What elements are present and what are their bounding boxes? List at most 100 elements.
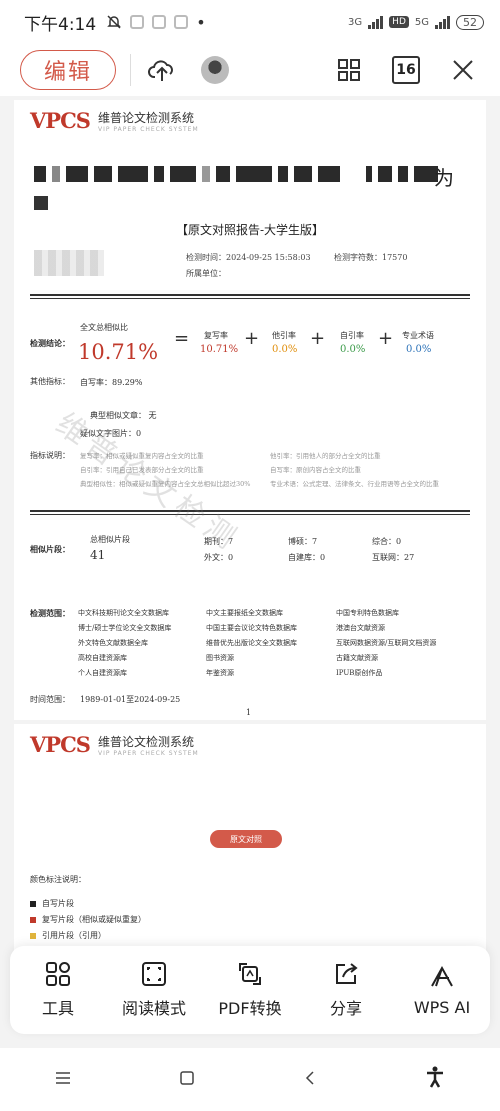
accessibility-icon[interactable]: [425, 1066, 445, 1093]
seg-item: 综合：0: [372, 537, 402, 546]
total-similarity-value: 10.71%: [78, 340, 159, 364]
scope-item: 港澳台文献资源: [336, 624, 385, 632]
tools-button[interactable]: 工具: [12, 961, 104, 1019]
other-rate-label: 他引率: [272, 331, 296, 340]
status-indicators: 3G HD 5G 52: [348, 14, 484, 30]
other-index-label: 其他指标：: [30, 377, 70, 386]
report-type: 【原文对照报告-大学生版】: [175, 223, 325, 237]
logo-mark: VPCS: [30, 108, 91, 133]
scope-item: 博士/硕士学位论文全文数据库: [78, 624, 172, 632]
segments-label: 相似片段：: [30, 544, 70, 554]
close-icon[interactable]: [446, 53, 480, 87]
document-page-2[interactable]: VPCS 维普论文检测系统 VIP PAPER CHECK SYSTEM 原文对…: [14, 724, 486, 954]
legend-item: 引用片段（引用）: [30, 930, 106, 941]
top-toolbar: 编辑 16: [0, 44, 500, 96]
legend-swatch: [30, 932, 36, 939]
mute-bell-icon: [107, 15, 121, 29]
term-rate-label: 专业术语: [402, 331, 434, 340]
more-dot-icon: •: [196, 12, 206, 32]
cloud-upload-icon[interactable]: [145, 53, 179, 87]
section-rule: [30, 510, 470, 515]
time-range-value: 1989-01-01至2024-09-25: [80, 695, 181, 704]
tools-label: 工具: [41, 999, 74, 1018]
scope-item: 高校自建资源库: [78, 654, 127, 662]
network-5g-label: 5G: [414, 16, 429, 28]
scope-item: 图书资源: [206, 654, 234, 662]
pdf-convert-label: PDF转换: [218, 999, 282, 1018]
scope-item: 年鉴资源: [206, 669, 234, 677]
term-rate-value: 0.0%: [406, 344, 432, 355]
pdf-convert-button[interactable]: PDF转换: [204, 961, 296, 1019]
battery-icon: 52: [456, 14, 484, 30]
tools-grid-icon: [46, 962, 70, 986]
menu-icon[interactable]: [55, 1069, 71, 1090]
wps-ai-label: WPS AI: [413, 997, 471, 1017]
detect-time: 检测时间：2024-09-25 15:58:03: [186, 253, 311, 262]
network-3g-label: 3G: [348, 16, 363, 28]
logo-cn: 维普论文检测系统: [97, 110, 194, 125]
avatar[interactable]: [201, 56, 229, 84]
toolbar-divider: [130, 54, 131, 86]
signal-3g-icon: [368, 15, 384, 29]
scope-label: 检测范围：: [30, 608, 70, 618]
scope-item: IPUB原创作品: [336, 669, 383, 677]
reading-mode-button[interactable]: 阅读模式: [108, 961, 200, 1019]
plus-sign: +: [310, 328, 326, 349]
seg-item: 自建库：0: [288, 553, 326, 562]
share-icon: [336, 963, 358, 984]
wps-ai-button[interactable]: WPS AI: [396, 964, 488, 1017]
home-icon[interactable]: [180, 1069, 194, 1090]
section-rule: [30, 294, 470, 299]
logo-mark: VPCS: [30, 732, 91, 757]
status-bar: 下午4:14 • 3G HD 5G 52: [0, 0, 500, 44]
grid-view-icon[interactable]: [332, 53, 366, 87]
copy-rate-value: 10.71%: [200, 344, 239, 355]
legend-swatch: [30, 916, 36, 923]
equals-sign: =: [174, 328, 190, 349]
scope-item: 维普优先出版论文全文数据库: [206, 639, 297, 647]
scope-item: 中国专利特色数据库: [336, 609, 399, 617]
redacted-title-line2: [34, 196, 48, 210]
scope-item: 中国主要会议论文特色数据库: [206, 624, 297, 632]
self-rate-value: 0.0%: [340, 344, 366, 355]
document-page-1[interactable]: VPCS 维普论文检测系统 VIP PAPER CHECK SYSTEM 为 【…: [14, 100, 486, 720]
legend-label: 自写片段: [42, 899, 74, 908]
seg-item: 博硕：7: [288, 537, 318, 546]
signal-5g-icon: [435, 15, 450, 29]
back-icon[interactable]: [304, 1069, 316, 1090]
seg-item: 互联网：27: [372, 553, 415, 562]
scope-item: 个人自建资源库: [78, 669, 127, 677]
logo-en: VIP PAPER CHECK SYSTEM: [97, 749, 199, 757]
seg-total-value: 41: [90, 548, 106, 562]
plus-sign: +: [244, 328, 260, 349]
legend-label: 引用片段（引用）: [42, 931, 106, 940]
page-count-button[interactable]: 16: [392, 56, 420, 84]
vpcs-logo: VPCS 维普论文检测系统 VIP PAPER CHECK SYSTEM: [30, 732, 199, 757]
logo-cn: 维普论文检测系统: [97, 734, 194, 749]
wps-ai-icon: [431, 965, 453, 986]
legend-title: 颜色标注说明：: [30, 875, 86, 884]
notification-icons: •: [106, 12, 206, 32]
pdf-convert-icon: [239, 963, 261, 985]
expand-icon: [142, 962, 166, 986]
plus-sign: +: [378, 328, 394, 349]
title-tail: 为: [434, 166, 454, 190]
original-compare-tag: 原文对照: [210, 830, 282, 848]
scope-item: 外文特色文献数据全库: [78, 639, 148, 647]
legend-item: 自写片段: [30, 898, 74, 909]
self-write-rate: 自写率：89.29%: [80, 378, 143, 387]
app-notification-icon: [152, 15, 167, 29]
hd-badge: HD: [389, 16, 409, 28]
share-button[interactable]: 分享: [300, 961, 392, 1019]
system-nav-bar: [0, 1048, 500, 1111]
desc-line: 自写率：原创内容占全文的比重: [270, 466, 361, 474]
page-number: 1: [246, 708, 252, 717]
app-notification-icon: [130, 15, 145, 29]
edit-button[interactable]: 编辑: [20, 50, 116, 90]
conclusion-label: 检测结论：: [30, 338, 70, 348]
scope-item: 中文主要报纸全文数据库: [206, 609, 283, 617]
clock: 下午4:14: [24, 14, 97, 35]
redacted-title: [34, 166, 438, 182]
logo-en: VIP PAPER CHECK SYSTEM: [97, 125, 199, 133]
desc-label: 指标说明：: [30, 451, 70, 460]
